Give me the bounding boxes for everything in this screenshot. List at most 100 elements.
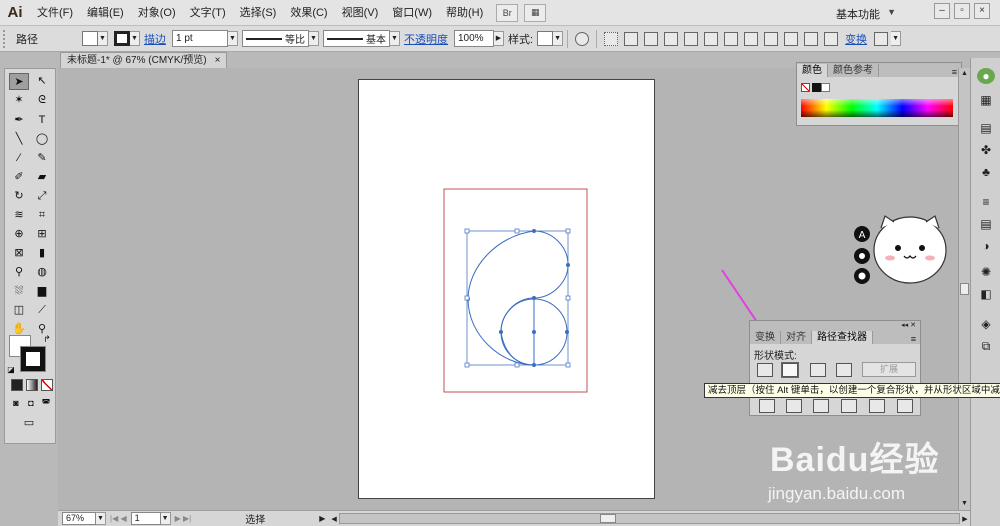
brushes-icon[interactable]: ✤ [977,142,995,158]
recolor-artwork-icon[interactable] [575,31,590,46]
scroll-right-icon[interactable]: ▶ [960,515,970,523]
status-menu-icon[interactable]: ▶ [319,514,325,523]
chevron-down-icon[interactable]: ▼ [309,31,319,46]
restore-icon[interactable]: ▫ [954,3,970,19]
blob-brush-tool-icon[interactable]: ✐ [9,169,29,186]
draw-inside-icon[interactable]: ◚ [39,395,53,412]
menu-effect[interactable]: 效果(C) [283,0,334,26]
distribute-top-icon[interactable] [744,31,759,46]
slice-tool-icon[interactable]: ⟋ [32,302,52,319]
transform-link[interactable]: 变换 [845,31,867,47]
artboard-nav-icon[interactable]: |◀ ◀ [110,514,127,523]
distribute-right-icon[interactable] [824,31,839,46]
artboard-tool-icon[interactable]: ◫ [9,302,29,319]
stroke-color-swatch[interactable] [21,347,45,371]
artboard-nav-icon[interactable]: ▶ ▶| [175,514,192,523]
chevron-down-icon[interactable]: ▼ [160,512,171,525]
eyedropper-tool-icon[interactable]: ⚲ [9,264,29,281]
rotate-tool-icon[interactable]: ↻ [9,188,29,205]
crop-button[interactable] [841,399,857,413]
selected-path[interactable] [467,230,569,366]
black-swatch[interactable] [812,83,821,92]
screen-mode-icon[interactable]: ▭ [19,415,39,432]
paintbrush-tool-icon[interactable]: ∕ [9,150,29,167]
graphic-styles-icon[interactable]: ◧ [977,286,995,302]
close-icon[interactable]: × [974,3,990,19]
layers-icon[interactable]: ◈ [977,316,995,332]
menu-help[interactable]: 帮助(H) [439,0,490,26]
ellipse-tool-icon[interactable]: ◯ [32,131,52,148]
divide-button[interactable] [759,399,775,413]
chevron-down-icon[interactable]: ▼ [887,7,896,17]
type-tool-icon[interactable]: T [32,112,52,129]
chevron-down-icon[interactable]: ▼ [130,31,140,46]
minimize-icon[interactable]: – [934,3,950,19]
lasso-tool-icon[interactable]: ᘓ [32,92,52,109]
bridge-button[interactable]: Br [496,3,519,22]
column-graph-tool-icon[interactable]: ▆ [32,283,52,300]
align-to-selection-icon[interactable] [604,31,619,46]
exclude-button[interactable] [836,363,852,377]
free-transform-tool-icon[interactable]: ⌗ [32,207,52,224]
minus-front-button[interactable] [782,363,798,377]
direct-selection-tool-icon[interactable]: ↖ [32,73,52,90]
brush-definition[interactable]: 基本 [323,30,390,47]
arrange-documents-button[interactable]: ▦ [524,3,547,22]
mesh-tool-icon[interactable]: ⊠ [9,245,29,262]
scale-tool-icon[interactable]: ⤢ [32,188,52,205]
color-guide-icon[interactable]: ▦ [977,92,995,108]
tab-pathfinder[interactable]: 路径查找器 [812,331,873,344]
swap-colors-icon[interactable]: ↱ [37,331,57,348]
draw-normal-icon[interactable]: ◙ [9,395,23,412]
scroll-up-icon[interactable]: ▲ [959,68,970,80]
shape-builder-tool-icon[interactable]: ⊕ [9,226,29,243]
draw-behind-icon[interactable]: ◘ [24,395,38,412]
align-top-icon[interactable] [684,31,699,46]
menu-select[interactable]: 选择(S) [233,0,284,26]
menu-edit[interactable]: 编辑(E) [80,0,131,26]
control-bar-grip[interactable] [3,29,9,48]
scroll-left-icon[interactable]: ◀ [331,515,339,523]
trim-button[interactable] [786,399,802,413]
distribute-left-icon[interactable] [804,31,819,46]
zoom-field[interactable]: 67% [62,512,96,525]
swatches-icon[interactable]: ▤ [977,120,995,136]
color-spectrum[interactable] [801,99,953,117]
menu-view[interactable]: 视图(V) [335,0,386,26]
opacity-field[interactable]: 100% [454,30,494,47]
symbols-icon[interactable]: ♣ [977,164,995,180]
minus-back-button[interactable] [897,399,913,413]
graphic-style-swatch[interactable] [537,31,554,46]
outline-button[interactable] [869,399,885,413]
unite-button[interactable] [757,363,773,377]
transparency-icon[interactable]: ◑ [977,238,995,254]
none-mode-icon[interactable] [41,379,53,391]
artboard-number-field[interactable]: 1 [130,512,161,525]
tab-color-guide[interactable]: 颜色参考 [828,64,879,77]
stroke-icon[interactable]: ≡ [977,194,995,210]
line-tool-icon[interactable]: ╲ [9,131,29,148]
bounding-box-handles[interactable] [464,228,571,368]
gradient-icon[interactable]: ▤ [977,216,995,232]
stroke-weight-field[interactable]: 1 pt [172,30,228,47]
symbol-sprayer-tool-icon[interactable]: ⛆ [9,283,29,300]
isolate-icon[interactable] [874,31,889,46]
chevron-down-icon[interactable]: ▼ [390,31,400,46]
stroke-swatch[interactable] [114,31,130,46]
eraser-tool-icon[interactable]: ▰ [32,169,52,186]
chevron-down-icon[interactable]: ▼ [96,512,106,525]
align-center-icon[interactable] [644,31,659,46]
chevron-down-icon[interactable]: ▼ [891,31,902,46]
blend-tool-icon[interactable]: ◍ [32,264,52,281]
menu-window[interactable]: 窗口(W) [385,0,439,26]
document-tab[interactable]: 未标题-1* @ 67% (CMYK/预览) × [60,52,228,68]
opacity-link[interactable]: 不透明度 [404,31,448,47]
gradient-tool-icon[interactable]: ▮ [32,245,52,262]
none-swatch[interactable] [801,83,810,92]
appearance-icon[interactable]: ✺ [977,264,995,280]
chevron-down-icon[interactable]: ▼ [553,31,564,46]
horizontal-scroll-thumb[interactable] [600,514,617,523]
pen-tool-icon[interactable]: ✒ [9,112,29,129]
chevron-down-icon[interactable]: ▼ [228,31,238,46]
scroll-down-icon[interactable]: ▼ [959,498,970,510]
